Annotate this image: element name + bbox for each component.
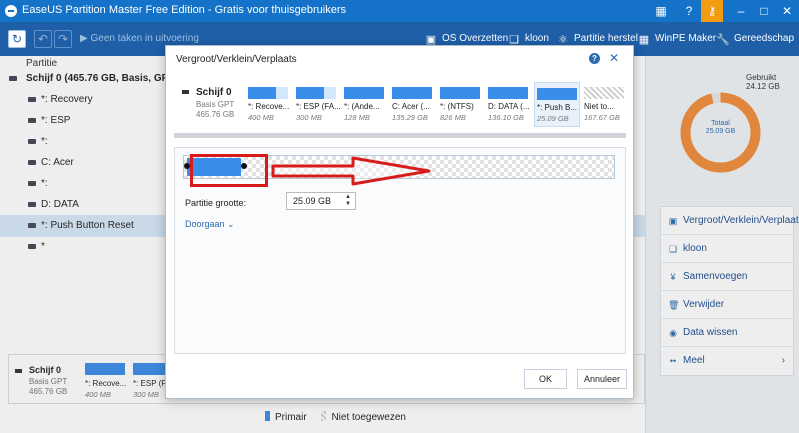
partition-bar	[488, 87, 528, 99]
more-options-link[interactable]: Doorgaan ⌄	[185, 219, 235, 230]
dialog-disk-map: Schijf 0 Basis GPT 465.76 GB *: Recove..…	[174, 79, 626, 131]
partition-name: *: Push B...	[537, 103, 578, 112]
pending-operations-label: Geen taken in uitvoering	[90, 33, 199, 44]
partition-bar	[296, 87, 336, 99]
partition-block[interactable]: *: (Ande... 128 MB	[342, 82, 388, 127]
disk-icon	[182, 90, 189, 94]
winpe-maker-button[interactable]: ▦ WinPE Maker	[637, 33, 716, 46]
partition-size-label: Partitie grootte:	[185, 198, 247, 208]
partition-size: 167.67 GB	[584, 113, 620, 122]
partition-bar	[537, 88, 577, 100]
partition-size-value: 25.09 GB	[293, 196, 332, 206]
partition-name: *: Recove...	[248, 102, 290, 111]
easeus-logo-icon	[5, 5, 17, 17]
partition-size-input[interactable]: 25.09 GB ▲ ▼	[286, 192, 356, 210]
annotation-arrow-icon	[271, 156, 431, 186]
partition-size: 135.29 GB	[392, 113, 428, 122]
resize-dialog: Vergroot/Verklein/Verplaats ? ✕ Schijf 0…	[165, 45, 634, 399]
winpe-maker-label: WinPE Maker	[655, 33, 717, 44]
partition-bar	[344, 87, 384, 99]
clone-label: kloon	[525, 33, 549, 44]
grid-icon[interactable]: ▦	[650, 0, 672, 22]
close-icon[interactable]: ✕	[776, 0, 798, 22]
os-migrate-label: OS Overzetten	[442, 33, 509, 44]
resize-area: Partitie grootte: 25.09 GB ▲ ▼ Doorgaan ⌄	[174, 147, 626, 354]
partition-size: 25.09 GB	[537, 114, 569, 123]
partition-name: *: (NTFS)	[440, 102, 474, 111]
partition-size: 826 MB	[440, 113, 466, 122]
chevron-down-icon: ⌄	[227, 219, 235, 229]
tools-button[interactable]: 🔧 Gereedschap	[716, 33, 794, 46]
partition-size: 300 MB	[296, 113, 322, 122]
wrench-icon: 🔧	[716, 34, 730, 46]
key-icon[interactable]: ⚷	[701, 0, 723, 22]
play-icon: ▶	[80, 33, 88, 44]
dialog-title: Vergroot/Verklein/Verplaats	[176, 54, 297, 65]
disk-type: Basis GPT	[196, 100, 235, 109]
partition-name: Niet to...	[584, 102, 614, 111]
close-icon[interactable]: ✕	[609, 51, 619, 65]
partition-bar	[248, 87, 288, 99]
redo-icon[interactable]: ↷	[54, 30, 72, 48]
partition-block[interactable]: *: (NTFS) 826 MB	[438, 82, 484, 127]
disk-map-scrollbar[interactable]	[174, 133, 626, 138]
help-icon[interactable]: ?	[678, 0, 700, 22]
maximize-icon[interactable]: □	[753, 0, 775, 22]
partition-block[interactable]: *: Recove... 400 MB	[246, 82, 292, 127]
spinner-icon[interactable]: ▲ ▼	[345, 194, 351, 208]
partition-bar	[584, 87, 624, 99]
disk-size: 465.76 GB	[196, 110, 235, 119]
ok-button[interactable]: OK	[524, 369, 567, 389]
partition-block[interactable]: D: DATA (... 136.10 GB	[486, 82, 532, 127]
tools-label: Gereedschap	[734, 33, 795, 44]
partition-name: *: ESP (FA...	[296, 102, 340, 111]
partition-bar	[392, 87, 432, 99]
partition-size: 136.10 GB	[488, 113, 524, 122]
partition-name: *: (Ande...	[344, 102, 380, 111]
partition-recovery-label: Partitie herstel	[574, 33, 638, 44]
title-bar: EaseUS Partition Master Free Edition - G…	[0, 0, 799, 22]
help-icon[interactable]: ?	[589, 53, 600, 64]
more-options-label: Doorgaan	[185, 219, 225, 229]
window-title: EaseUS Partition Master Free Edition - G…	[22, 4, 347, 16]
partition-block[interactable]: *: ESP (FA... 300 MB	[294, 82, 340, 127]
undo-icon[interactable]: ↶	[34, 30, 52, 48]
partition-size: 400 MB	[248, 113, 274, 122]
apply-button[interactable]: ▶ Geen taken in uitvoering	[80, 33, 199, 44]
partition-name: C: Acer (...	[392, 102, 430, 111]
disk-name: Schijf 0	[196, 87, 232, 98]
minimize-icon[interactable]: –	[730, 0, 752, 22]
annotation-highlight-box	[190, 154, 268, 187]
windows-icon: ▦	[638, 34, 650, 46]
refresh-icon[interactable]: ↻	[8, 30, 26, 48]
partition-bar	[440, 87, 480, 99]
partition-block[interactable]: C: Acer (... 135.29 GB	[390, 82, 436, 127]
unallocated-block[interactable]: Niet to... 167.67 GB	[582, 82, 628, 127]
partition-block-selected[interactable]: *: Push B... 25.09 GB	[534, 82, 580, 127]
partition-size: 128 MB	[344, 113, 370, 122]
cancel-button[interactable]: Annuleer	[577, 369, 627, 389]
partition-name: D: DATA (...	[488, 102, 530, 111]
